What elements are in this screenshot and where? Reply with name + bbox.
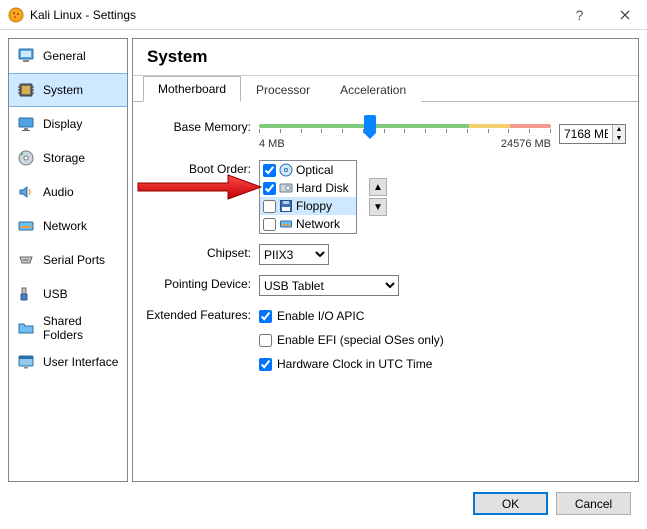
feat-ioapic-check[interactable] [259,310,272,323]
spin-up[interactable]: ▲ [613,125,625,134]
feat-efi[interactable]: Enable EFI (special OSes only) [259,330,444,350]
display-icon [17,115,35,133]
window-title: Kali Linux - Settings [30,8,557,22]
feat-efi-label: Enable EFI (special OSes only) [277,333,444,347]
tab-strip: Motherboard Processor Acceleration [133,76,638,102]
tab-processor[interactable]: Processor [241,77,325,102]
sidebar-item-label: Audio [43,185,74,199]
app-icon [8,7,24,23]
pointing-select[interactable]: USB Tablet [259,275,399,296]
extended-label: Extended Features: [145,306,259,322]
sidebar-item-label: Storage [43,151,85,165]
boot-check-optical[interactable] [263,164,276,177]
sidebar-item-label: Display [43,117,82,131]
slider-thumb[interactable] [364,115,376,133]
boot-item-harddisk[interactable]: Hard Disk [260,179,356,197]
base-memory-input[interactable] [560,125,612,143]
sidebar-item-label: User Interface [43,355,118,369]
panel-header: System [133,39,638,76]
boot-check-floppy[interactable] [263,200,276,213]
shared-folders-icon [17,319,35,337]
pointing-label: Pointing Device: [145,275,259,291]
base-memory-max: 24576 MB [501,138,551,150]
boot-item-label: Network [296,217,340,231]
audio-icon [17,183,35,201]
sidebar-item-network[interactable]: Network [9,209,127,243]
sidebar-item-label: USB [43,287,68,301]
base-memory-label: Base Memory: [145,118,259,134]
base-memory-min: 4 MB [259,138,285,150]
boot-check-harddisk[interactable] [263,182,276,195]
sidebar-item-label: System [43,83,83,97]
feat-ioapic[interactable]: Enable I/O APIC [259,306,364,326]
settings-panel: System Motherboard Processor Acceleratio… [132,38,639,482]
boot-item-label: Hard Disk [296,181,349,195]
spin-down[interactable]: ▼ [613,134,625,143]
tab-acceleration[interactable]: Acceleration [325,77,421,102]
boot-move-down[interactable]: ▼ [369,198,387,216]
chipset-select[interactable]: PIIX3 [259,244,329,265]
sidebar-item-label: Shared Folders [43,314,119,342]
cancel-button[interactable]: Cancel [556,492,631,515]
boot-order-label: Boot Order: [145,160,259,176]
row-pointing: Pointing Device: USB Tablet [145,275,626,296]
network-boot-icon [279,217,293,231]
usb-icon [17,285,35,303]
ok-button[interactable]: OK [473,492,548,515]
sidebar-item-general[interactable]: General [9,39,127,73]
dialog-buttons: OK Cancel [8,482,639,527]
row-base-memory: Base Memory: 4 MB [145,118,626,150]
optical-icon [279,163,293,177]
floppy-icon [279,199,293,213]
sidebar-item-audio[interactable]: Audio [9,175,127,209]
help-button[interactable]: ? [557,0,602,30]
feat-hwclock[interactable]: Hardware Clock in UTC Time [259,354,432,374]
boot-move-up[interactable]: ▲ [369,178,387,196]
storage-icon [17,149,35,167]
boot-check-network[interactable] [263,218,276,231]
tab-motherboard[interactable]: Motherboard [143,76,241,102]
sidebar-item-serial-ports[interactable]: Serial Ports [9,243,127,277]
settings-sidebar: General System Display Storage Audio Net… [8,38,128,482]
page-heading: System [147,47,624,67]
system-icon [17,81,35,99]
feat-ioapic-label: Enable I/O APIC [277,309,364,323]
sidebar-item-storage[interactable]: Storage [9,141,127,175]
general-icon [17,47,35,65]
sidebar-item-usb[interactable]: USB [9,277,127,311]
sidebar-item-label: Serial Ports [43,253,105,267]
ui-icon [17,353,35,371]
feat-efi-check[interactable] [259,334,272,347]
serial-icon [17,251,35,269]
sidebar-item-system[interactable]: System [9,73,127,107]
sidebar-item-user-interface[interactable]: User Interface [9,345,127,379]
sidebar-item-shared-folders[interactable]: Shared Folders [9,311,127,345]
sidebar-item-label: Network [43,219,87,233]
boot-item-optical[interactable]: Optical [260,161,356,179]
boot-item-label: Floppy [296,199,332,213]
boot-order-list[interactable]: Optical Hard Disk Floppy [259,160,357,234]
sidebar-item-label: General [43,49,86,63]
feat-hwclock-label: Hardware Clock in UTC Time [277,357,432,371]
sidebar-item-display[interactable]: Display [9,107,127,141]
base-memory-slider[interactable] [259,118,551,134]
boot-item-network[interactable]: Network [260,215,356,233]
titlebar: Kali Linux - Settings ? [0,0,647,30]
close-button[interactable] [602,0,647,30]
row-chipset: Chipset: PIIX3 [145,244,626,265]
chipset-label: Chipset: [145,244,259,260]
row-boot-order: Boot Order: Optical Hard Disk [145,160,626,234]
tab-body-motherboard: Base Memory: 4 MB [133,102,638,481]
row-extended: Extended Features: Enable I/O APIC Enabl… [145,306,626,374]
base-memory-spinbox[interactable]: ▲ ▼ [559,124,626,144]
network-icon [17,217,35,235]
boot-item-floppy[interactable]: Floppy [260,197,356,215]
harddisk-icon [279,181,293,195]
feat-hwclock-check[interactable] [259,358,272,371]
boot-item-label: Optical [296,163,333,177]
